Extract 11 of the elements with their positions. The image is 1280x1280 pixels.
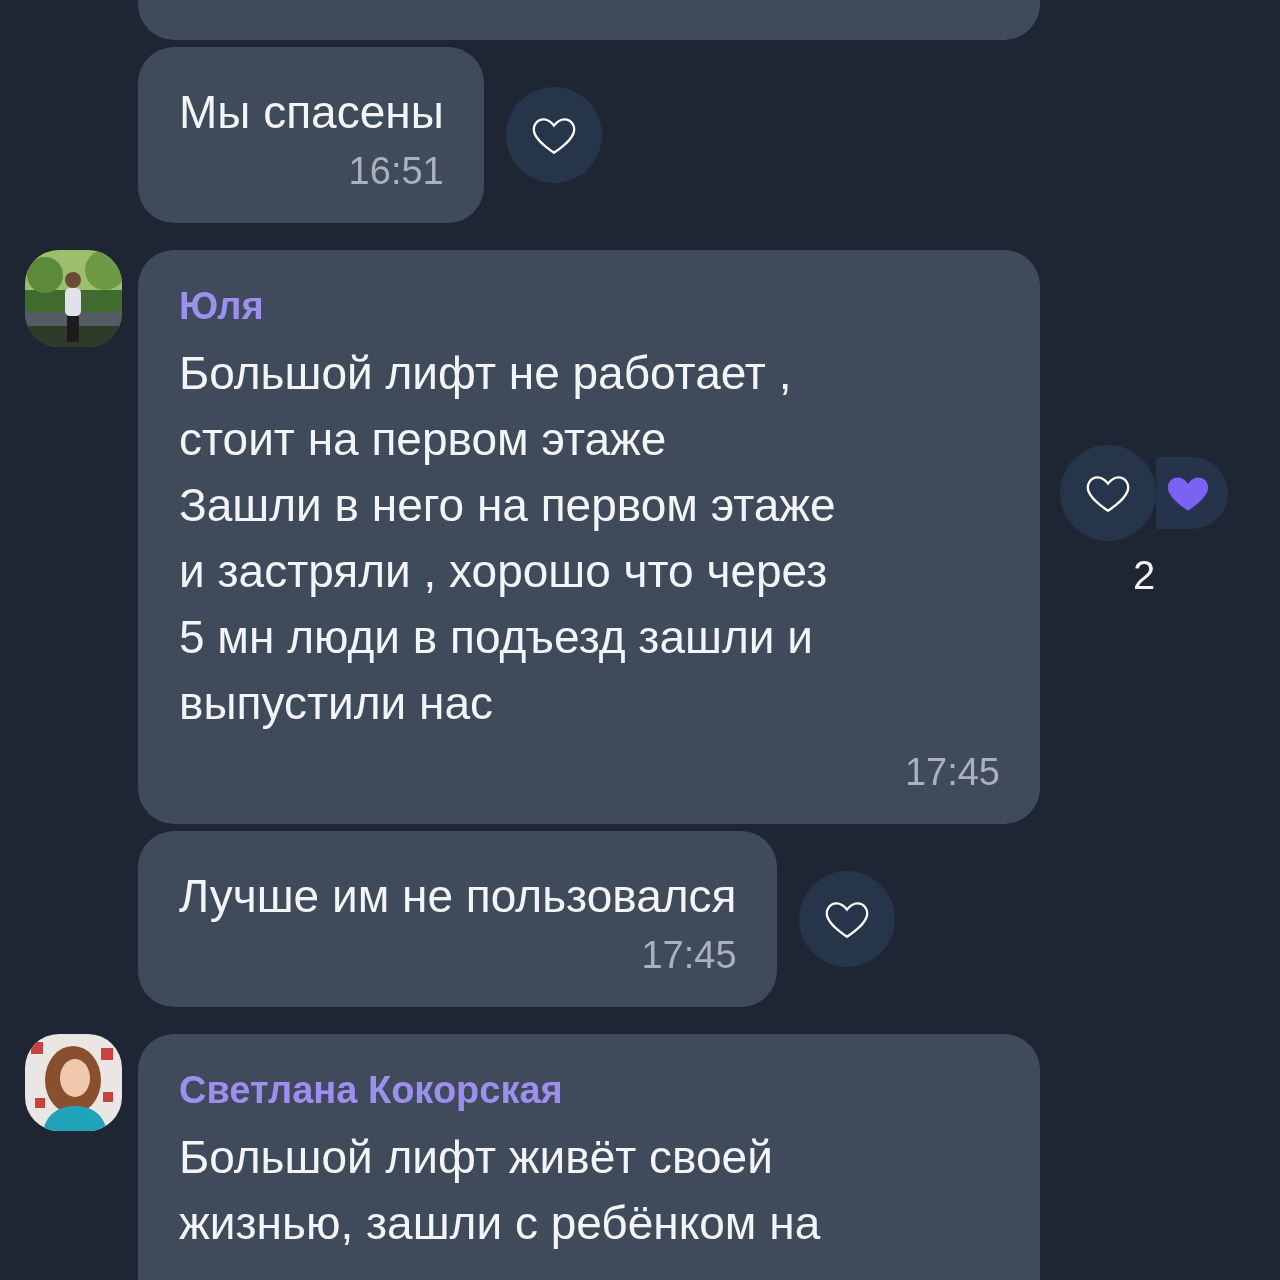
- reaction-count: 2: [1132, 552, 1156, 599]
- message-text: Большой лифт живёт своей жизнью, зашли с ребёнком на: [179, 1130, 821, 1251]
- message-time: 17:45: [641, 933, 737, 978]
- message-time: 16:51: [348, 149, 444, 194]
- reaction-pill[interactable]: [1156, 457, 1228, 529]
- sender-name[interactable]: Юля: [179, 280, 264, 332]
- message-text: Лучше им не пользовался: [179, 869, 737, 924]
- message-text: Мы спасены: [179, 85, 444, 140]
- message-time: 17:45: [904, 750, 1000, 795]
- sender-name[interactable]: Светлана Кокорская: [179, 1064, 563, 1116]
- message-text: Большой лифт не работает , стоит на первом этаже Зашли в него на первом этаже и застряли , хорошо что через 5 мн люди в подъезд зашли и выпустили нас: [179, 346, 836, 731]
